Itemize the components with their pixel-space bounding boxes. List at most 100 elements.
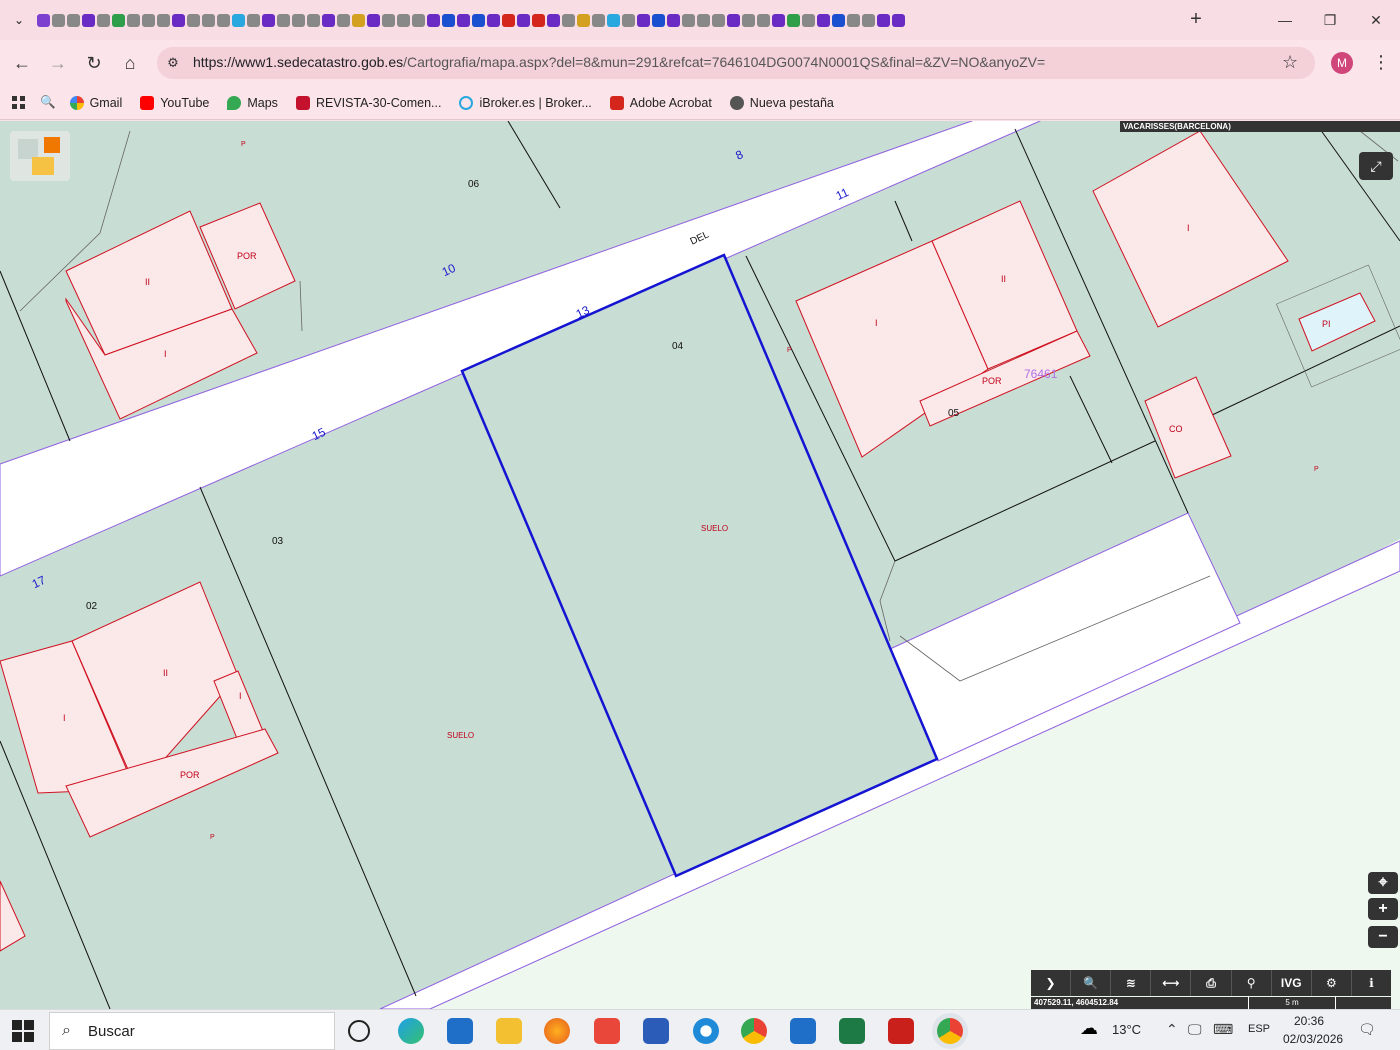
zoom-in-button[interactable]: +	[1368, 898, 1398, 920]
tab-favicon[interactable]	[502, 13, 515, 27]
tray-chevron-icon[interactable]: ⌃	[1166, 1021, 1178, 1038]
tab-favicon[interactable]	[97, 13, 110, 27]
tab-favicon[interactable]	[172, 13, 185, 27]
toolbar-measure-icon[interactable]: ⟷	[1151, 970, 1192, 996]
tab-favicon[interactable]	[157, 13, 170, 27]
tab-favicon[interactable]	[727, 13, 740, 27]
bookmark-gmail[interactable]: Gmail	[69, 95, 122, 110]
tab-favicon[interactable]	[562, 13, 575, 27]
chrome-active-icon[interactable]	[937, 1018, 963, 1044]
tab-favicon[interactable]	[532, 13, 545, 27]
bookmark-new-tab[interactable]: Nueva pestaña	[729, 95, 834, 110]
profile-avatar[interactable]: M	[1331, 52, 1353, 74]
reload-button[interactable]: ↻	[81, 50, 107, 76]
chrome-icon[interactable]	[741, 1018, 767, 1044]
tab-favicon[interactable]	[487, 13, 500, 27]
tab-favicon[interactable]	[322, 13, 335, 27]
tab-favicon[interactable]	[457, 13, 470, 27]
firefox-icon[interactable]	[544, 1018, 570, 1044]
toolbar-info-icon[interactable]: ℹ	[1352, 970, 1391, 996]
locate-icon[interactable]: ⌖	[1368, 872, 1398, 894]
new-tab-button[interactable]: +	[1184, 8, 1208, 32]
store-icon[interactable]	[790, 1018, 816, 1044]
menu-icon[interactable]: ⋮	[1372, 52, 1390, 73]
forward-button[interactable]: →	[45, 50, 71, 76]
tab-favicon[interactable]	[847, 13, 860, 27]
tab-favicon[interactable]	[292, 13, 305, 27]
tab-favicon[interactable]	[307, 13, 320, 27]
tab-favicon[interactable]	[877, 13, 890, 27]
tab-favicon[interactable]	[187, 13, 200, 27]
url-text[interactable]: https://www1.sedecatastro.gob.es/Cartogr…	[193, 54, 1045, 70]
bookmark-ibroker[interactable]: iBroker.es | Broker...	[459, 95, 592, 110]
tab-favicon[interactable]	[337, 13, 350, 27]
tab-favicon[interactable]	[367, 13, 380, 27]
apps-icon[interactable]	[12, 95, 26, 110]
toolbar-settings-icon[interactable]: ⚙	[1312, 970, 1352, 996]
tab-favicon[interactable]	[37, 13, 50, 27]
tab-favicon[interactable]	[517, 13, 530, 27]
toolbar-arrow-icon[interactable]: ❯	[1031, 970, 1072, 996]
acrobat-icon[interactable]	[888, 1018, 914, 1044]
tab-favicon[interactable]	[127, 13, 140, 27]
cadastral-map[interactable]: VACARISSES(BARCELONA) ⤢ 06 04 05 03 02 8…	[0, 121, 1400, 1009]
site-info-icon[interactable]: ⚙	[163, 53, 183, 73]
tab-favicon[interactable]	[202, 13, 215, 27]
toolbar-pin-icon[interactable]: ⚲	[1232, 970, 1272, 996]
bookmark-maps[interactable]: Maps	[227, 95, 278, 110]
tab-favicon[interactable]	[82, 13, 95, 27]
tab-favicon[interactable]	[412, 13, 425, 27]
tab-favicon[interactable]	[472, 13, 485, 27]
clock-date[interactable]: 02/03/2026	[1283, 1032, 1343, 1046]
tab-favicon[interactable]	[682, 13, 695, 27]
tab-favicon[interactable]	[247, 13, 260, 27]
tab-search-button[interactable]: ⌄	[6, 7, 32, 33]
tab-favicon[interactable]	[757, 13, 770, 27]
language-indicator[interactable]: ESP	[1248, 1023, 1270, 1035]
toolbar-ivg-button[interactable]: IVG	[1272, 970, 1312, 996]
tab-favicon[interactable]	[712, 13, 725, 27]
minimize-button[interactable]: —	[1265, 6, 1305, 34]
tab-favicon[interactable]	[802, 13, 815, 27]
toolbar-layers-icon[interactable]: ≋	[1111, 970, 1152, 996]
file-explorer-icon[interactable]	[496, 1018, 522, 1044]
tab-favicon[interactable]	[397, 13, 410, 27]
anydesk-icon[interactable]	[594, 1018, 620, 1044]
tab-favicon[interactable]	[52, 13, 65, 27]
cortana-icon[interactable]	[348, 1020, 370, 1042]
tab-favicon[interactable]	[352, 13, 365, 27]
catastro-logo[interactable]	[10, 131, 70, 181]
tab-favicon[interactable]	[382, 13, 395, 27]
temperature[interactable]: 13°C	[1112, 1022, 1141, 1037]
tab-favicon[interactable]	[67, 13, 80, 27]
tab-favicon[interactable]	[817, 13, 830, 27]
tab-favicon[interactable]	[697, 13, 710, 27]
excel-icon[interactable]	[839, 1018, 865, 1044]
tab-favicon[interactable]	[607, 13, 620, 27]
fullscreen-icon[interactable]: ⤢	[1359, 152, 1393, 180]
notifications-icon[interactable]: 🗨	[1358, 1021, 1376, 1038]
tab-favicon[interactable]	[787, 13, 800, 27]
tab-favicon[interactable]	[622, 13, 635, 27]
tab-favicon[interactable]	[217, 13, 230, 27]
tab-favicon[interactable]	[547, 13, 560, 27]
tab-favicon[interactable]	[262, 13, 275, 27]
weather-icon[interactable]: ☁	[1080, 1018, 1098, 1039]
tab-favicon[interactable]	[427, 13, 440, 27]
restore-button[interactable]: ❐	[1310, 6, 1350, 34]
tab-favicon[interactable]	[592, 13, 605, 27]
toolbar-print-icon[interactable]: ⎙	[1191, 970, 1232, 996]
windows-start-icon[interactable]	[12, 1020, 34, 1042]
bookmark-acrobat[interactable]: Adobe Acrobat	[609, 95, 712, 110]
tab-favicon[interactable]	[442, 13, 455, 27]
bookmark-revista[interactable]: REVISTA-30-Comen...	[295, 95, 441, 110]
tab-favicon[interactable]	[892, 13, 905, 27]
network-icon[interactable]: 🖵	[1188, 1021, 1202, 1038]
tab-favicon[interactable]	[652, 13, 665, 27]
back-button[interactable]: ←	[9, 50, 35, 76]
tab-favicon[interactable]	[232, 13, 245, 27]
taskbar-search-box[interactable]: ⌕ Buscar	[49, 1012, 335, 1050]
bookmark-star-icon[interactable]: ☆	[1282, 52, 1298, 73]
word-icon[interactable]	[643, 1018, 669, 1044]
tab-favicon[interactable]	[577, 13, 590, 27]
